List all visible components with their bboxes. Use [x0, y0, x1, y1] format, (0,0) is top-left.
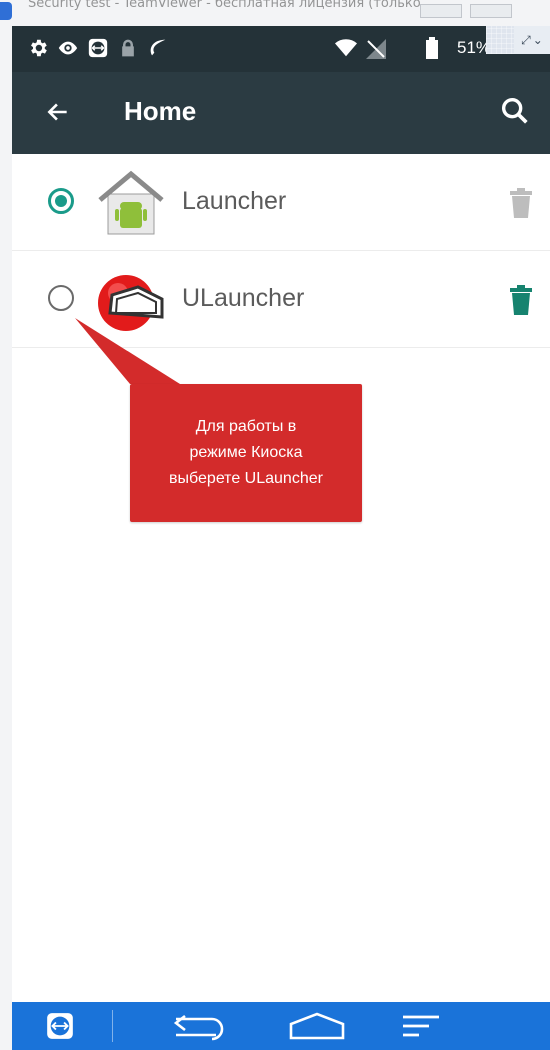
teamviewer-app-icon: [0, 2, 12, 20]
leaf-icon: [146, 36, 170, 60]
callout-line: выберете ULauncher: [169, 470, 323, 487]
window-title: Security test - TeamViewer - бесплатная …: [28, 0, 421, 11]
remote-control-overlay[interactable]: ⤢ ⌄: [486, 26, 550, 72]
page-title: Home: [124, 96, 197, 126]
chevron-down-icon[interactable]: ⌄: [533, 33, 543, 47]
back-icon: [173, 1014, 224, 1041]
back-button[interactable]: [40, 94, 76, 130]
radio-selected[interactable]: [48, 188, 74, 214]
window-button[interactable]: [420, 4, 462, 18]
instruction-callout: Для работы в режиме Киоска выберете ULau…: [130, 384, 362, 522]
callout-line: Для работы в: [195, 418, 297, 435]
status-bar: 51% ⤢ ⌄: [12, 26, 550, 72]
app-toolbar: Home: [12, 72, 550, 154]
search-button[interactable]: [498, 94, 534, 130]
lock-icon: [116, 36, 140, 60]
back-nav-button[interactable]: [170, 1008, 230, 1044]
grid-icon[interactable]: [486, 26, 514, 54]
window-left-border: [0, 26, 12, 1050]
battery-icon: [420, 36, 444, 60]
teamviewer-icon: [47, 1013, 73, 1039]
divider: [112, 1010, 113, 1042]
launcher-android-icon: [96, 168, 166, 238]
search-icon: [501, 97, 528, 124]
teamviewer-icon: [86, 36, 110, 60]
app-label: ULauncher: [182, 284, 305, 312]
wifi-icon: [334, 36, 358, 60]
window-title-bar: Security test - TeamViewer - бесплатная …: [0, 0, 550, 26]
expand-icon[interactable]: ⤢: [521, 33, 531, 48]
navigation-bar: [12, 1002, 550, 1050]
recents-nav-button[interactable]: [396, 1008, 446, 1044]
callout-line: режиме Киоска: [189, 444, 303, 461]
window-button[interactable]: [470, 4, 512, 18]
eye-icon: [56, 36, 80, 60]
app-label: Launcher: [182, 187, 287, 215]
recents-icon: [403, 1015, 439, 1037]
window-controls[interactable]: ⤢ ⌄: [514, 26, 550, 54]
trash-icon: [510, 285, 532, 315]
home-icon: [289, 1012, 345, 1040]
arrow-left-icon: [47, 103, 67, 121]
no-signal-icon: [364, 36, 388, 60]
radio-unselected[interactable]: [48, 285, 74, 311]
trash-icon: [510, 188, 532, 218]
delete-button[interactable]: [508, 188, 534, 218]
home-nav-button[interactable]: [282, 1008, 352, 1044]
list-item[interactable]: Launcher: [12, 154, 550, 251]
settings-icon: [26, 36, 50, 60]
teamviewer-button[interactable]: [42, 1008, 78, 1044]
delete-button[interactable]: [508, 285, 534, 315]
